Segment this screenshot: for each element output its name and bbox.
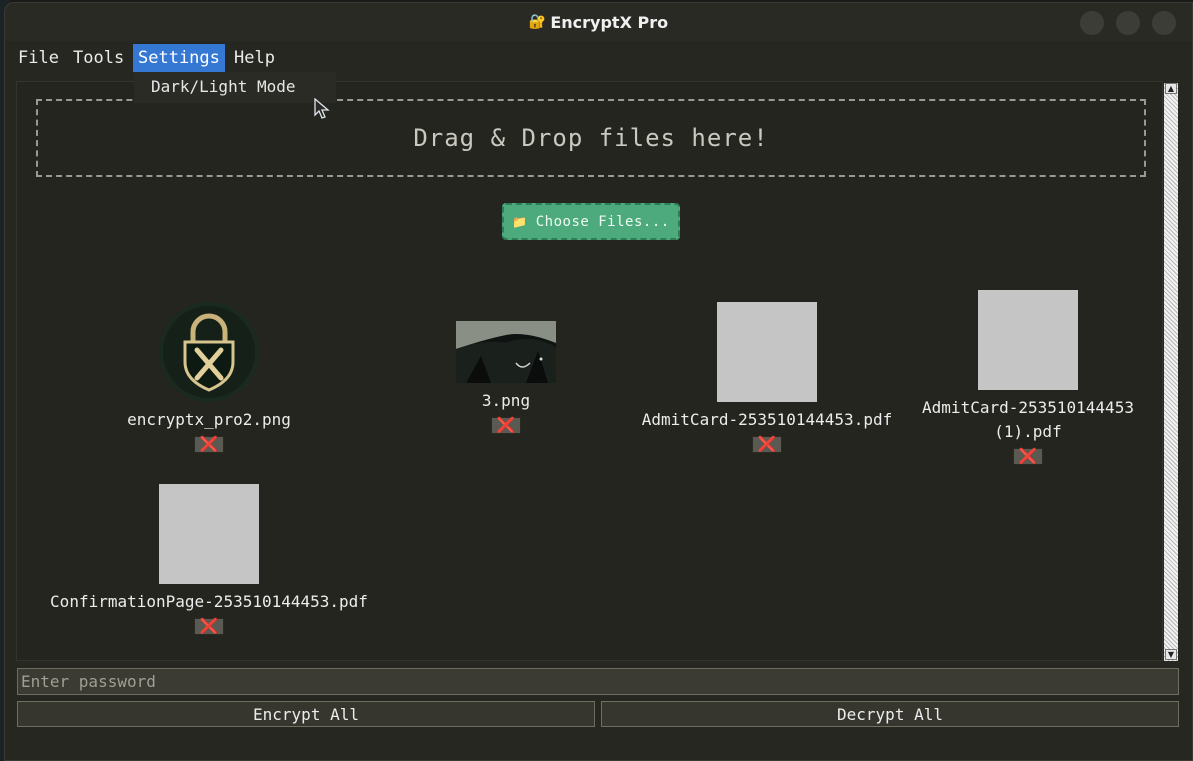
- menu-tools[interactable]: Tools: [68, 44, 129, 72]
- cross-mark-icon: ❌: [199, 617, 219, 635]
- decrypt-all-label: Decrypt All: [837, 704, 943, 724]
- remove-file-button[interactable]: ❌: [194, 436, 224, 453]
- file-item: 3.png ❌: [406, 321, 606, 434]
- mouse-cursor-icon: [314, 98, 330, 119]
- cross-mark-icon: ❌: [757, 435, 777, 453]
- close-button[interactable]: [1152, 11, 1176, 35]
- choose-files-label: Choose Files...: [535, 213, 670, 230]
- remove-file-button[interactable]: ❌: [1013, 448, 1043, 465]
- menu-file[interactable]: File: [13, 44, 64, 72]
- pdf-thumbnail: [717, 302, 817, 402]
- file-item: ConfirmationPage-253510144453.pdf ❌: [34, 484, 384, 635]
- app-window: 🔐 EncryptX Pro File Tools Settings Help …: [4, 2, 1193, 761]
- remove-file-button[interactable]: ❌: [194, 618, 224, 635]
- cross-mark-icon: ❌: [496, 416, 516, 434]
- password-input[interactable]: [17, 668, 1179, 695]
- decrypt-all-button[interactable]: Decrypt All: [601, 701, 1179, 727]
- pdf-thumbnail: [159, 484, 259, 584]
- file-item: AdmitCard-253510144453 (1).pdf ❌: [903, 290, 1153, 465]
- file-name: AdmitCard-253510144453.pdf: [641, 410, 893, 429]
- image-thumbnail: [456, 321, 556, 383]
- folder-icon: 📁: [512, 214, 528, 229]
- file-name: 3.png: [481, 391, 531, 410]
- file-item: encryptx_pro2.png ❌: [109, 302, 309, 453]
- scroll-up-arrow-icon[interactable]: ▲: [1165, 83, 1177, 94]
- settings-dropdown: Dark/Light Mode: [134, 72, 336, 103]
- menu-help[interactable]: Help: [229, 44, 280, 72]
- remove-file-button[interactable]: ❌: [491, 417, 521, 434]
- cross-mark-icon: ❌: [199, 435, 219, 453]
- file-name: encryptx_pro2.png: [127, 410, 291, 429]
- file-name: AdmitCard-253510144453 (1).pdf: [922, 398, 1134, 441]
- minimize-button[interactable]: [1080, 11, 1104, 35]
- file-name: ConfirmationPage-253510144453.pdf: [50, 592, 368, 611]
- lock-logo-thumbnail: [159, 302, 259, 402]
- drop-zone-text: Drag & Drop files here!: [413, 124, 769, 152]
- cross-mark-icon: ❌: [1018, 447, 1038, 465]
- encrypt-all-label: Encrypt All: [253, 704, 359, 724]
- file-list-area: Drag & Drop files here! 📁 Choose Files..…: [16, 81, 1163, 661]
- vertical-scrollbar[interactable]: [1164, 83, 1178, 661]
- encrypt-all-button[interactable]: Encrypt All: [17, 701, 595, 727]
- title-bar: 🔐 EncryptX Pro: [5, 3, 1192, 41]
- scroll-down-arrow-icon[interactable]: ▼: [1165, 649, 1177, 660]
- menu-settings[interactable]: Settings: [133, 44, 225, 72]
- pdf-thumbnail: [978, 290, 1078, 390]
- choose-files-button[interactable]: 📁 Choose Files...: [502, 203, 680, 240]
- menu-item-dark-light-mode[interactable]: Dark/Light Mode: [151, 72, 336, 102]
- maximize-button[interactable]: [1116, 11, 1140, 35]
- drop-zone[interactable]: Drag & Drop files here!: [36, 99, 1146, 177]
- window-title: EncryptX Pro: [550, 12, 669, 32]
- lock-key-icon: 🔐: [528, 14, 547, 30]
- file-item: AdmitCard-253510144453.pdf ❌: [632, 302, 902, 453]
- remove-file-button[interactable]: ❌: [752, 436, 782, 453]
- menu-bar: File Tools Settings Help: [5, 41, 1192, 72]
